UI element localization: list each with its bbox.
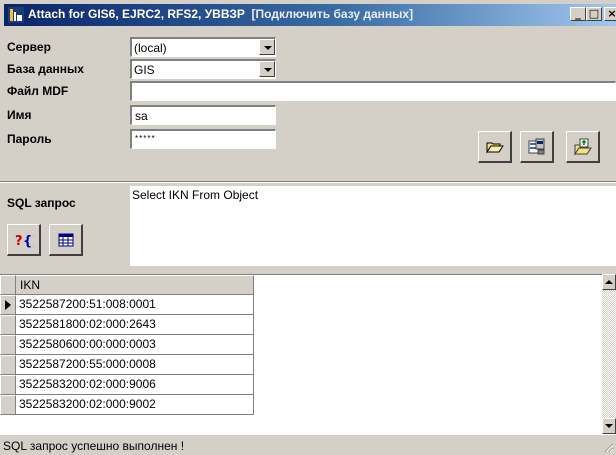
password-field[interactable]: ***** bbox=[130, 129, 276, 149]
status-bar: SQL запрос успешно выполнен ! bbox=[0, 434, 616, 455]
table-row[interactable]: 3522583200:02:000:9006 bbox=[16, 375, 254, 395]
username-value: sa bbox=[135, 109, 148, 123]
database-connect-icon bbox=[528, 138, 544, 154]
results-grid[interactable]: IKN 3522587200:51:008:0001 3522581800:02… bbox=[0, 274, 602, 434]
folder-open-icon bbox=[485, 142, 504, 154]
vertical-scrollbar[interactable] bbox=[602, 274, 616, 434]
sql-query-value: Select IKN From Object bbox=[132, 188, 259, 202]
window-title: Attach for GIS6, EJRC2, RFS2, УВВЗР [Под… bbox=[28, 7, 413, 21]
table-row[interactable]: 3522581800:02:000:2643 bbox=[16, 315, 254, 335]
window-title-text: Attach for GIS6, EJRC2, RFS2, УВВЗР bbox=[28, 7, 245, 21]
database-label: База данных bbox=[7, 62, 84, 76]
sql-label: SQL запрос bbox=[7, 196, 76, 210]
maximize-button[interactable]: □ bbox=[586, 7, 602, 21]
svg-text:{}: {} bbox=[23, 234, 34, 248]
close-button[interactable]: × bbox=[604, 7, 616, 21]
show-table-button[interactable] bbox=[49, 224, 83, 256]
username-field[interactable]: sa bbox=[130, 105, 276, 125]
chevron-up-icon bbox=[605, 280, 613, 284]
table-row[interactable]: 3522583200:02:000:9002 bbox=[16, 395, 254, 415]
row-indicator[interactable] bbox=[0, 315, 16, 335]
scroll-up-button[interactable] bbox=[602, 274, 616, 290]
query-help-icon: ? {} bbox=[15, 234, 34, 248]
row-indicator-current[interactable] bbox=[0, 295, 16, 315]
password-value: ***** bbox=[135, 134, 156, 143]
server-value: (local) bbox=[134, 41, 167, 55]
row-indicator[interactable] bbox=[0, 395, 16, 415]
grid-corner bbox=[0, 275, 16, 295]
name-label: Имя bbox=[7, 108, 32, 122]
database-value: GIS bbox=[134, 63, 155, 77]
scroll-down-button[interactable] bbox=[602, 418, 616, 434]
chevron-down-icon bbox=[605, 424, 613, 428]
server-combo[interactable]: (local) bbox=[130, 37, 276, 57]
mdf-file-field[interactable] bbox=[130, 81, 616, 101]
server-label: Сервер bbox=[7, 40, 51, 54]
app-icon bbox=[8, 7, 24, 23]
row-indicator[interactable] bbox=[0, 375, 16, 395]
open-file-button[interactable] bbox=[478, 131, 512, 163]
resize-grip-icon[interactable] bbox=[602, 441, 614, 453]
table-row[interactable]: 3522580600:00:000:0003 bbox=[16, 335, 254, 355]
table-icon bbox=[58, 233, 73, 246]
attach-database-icon bbox=[573, 138, 592, 156]
main-window: Attach for GIS6, EJRC2, RFS2, УВВЗР [Под… bbox=[0, 0, 616, 455]
table-row[interactable]: 3522587200:55:000:0008 bbox=[16, 355, 254, 375]
section-divider bbox=[0, 181, 616, 183]
title-bar[interactable]: Attach for GIS6, EJRC2, RFS2, УВВЗР [Под… bbox=[4, 4, 616, 26]
password-label: Пароль bbox=[7, 132, 52, 146]
window-title-extra: [Подключить базу данных] bbox=[251, 7, 414, 21]
column-header-ikn[interactable]: IKN bbox=[16, 275, 254, 295]
minimize-button[interactable]: _ bbox=[570, 7, 586, 21]
run-query-button[interactable]: ? {} bbox=[7, 224, 41, 256]
connect-database-button[interactable] bbox=[520, 131, 554, 163]
row-pointer-icon bbox=[5, 300, 11, 310]
chevron-down-icon[interactable] bbox=[259, 39, 275, 55]
svg-text:?: ? bbox=[15, 234, 23, 248]
sql-query-field[interactable]: Select IKN From Object bbox=[130, 186, 616, 266]
table-row[interactable]: 3522587200:51:008:0001 bbox=[16, 295, 254, 315]
row-indicator[interactable] bbox=[0, 335, 16, 355]
attach-database-button[interactable] bbox=[566, 131, 600, 163]
mdf-label: Файл MDF bbox=[7, 84, 69, 98]
chevron-down-icon[interactable] bbox=[259, 61, 275, 77]
database-combo[interactable]: GIS bbox=[130, 59, 276, 79]
status-text: SQL запрос успешно выполнен ! bbox=[3, 439, 185, 453]
row-indicator[interactable] bbox=[0, 355, 16, 375]
